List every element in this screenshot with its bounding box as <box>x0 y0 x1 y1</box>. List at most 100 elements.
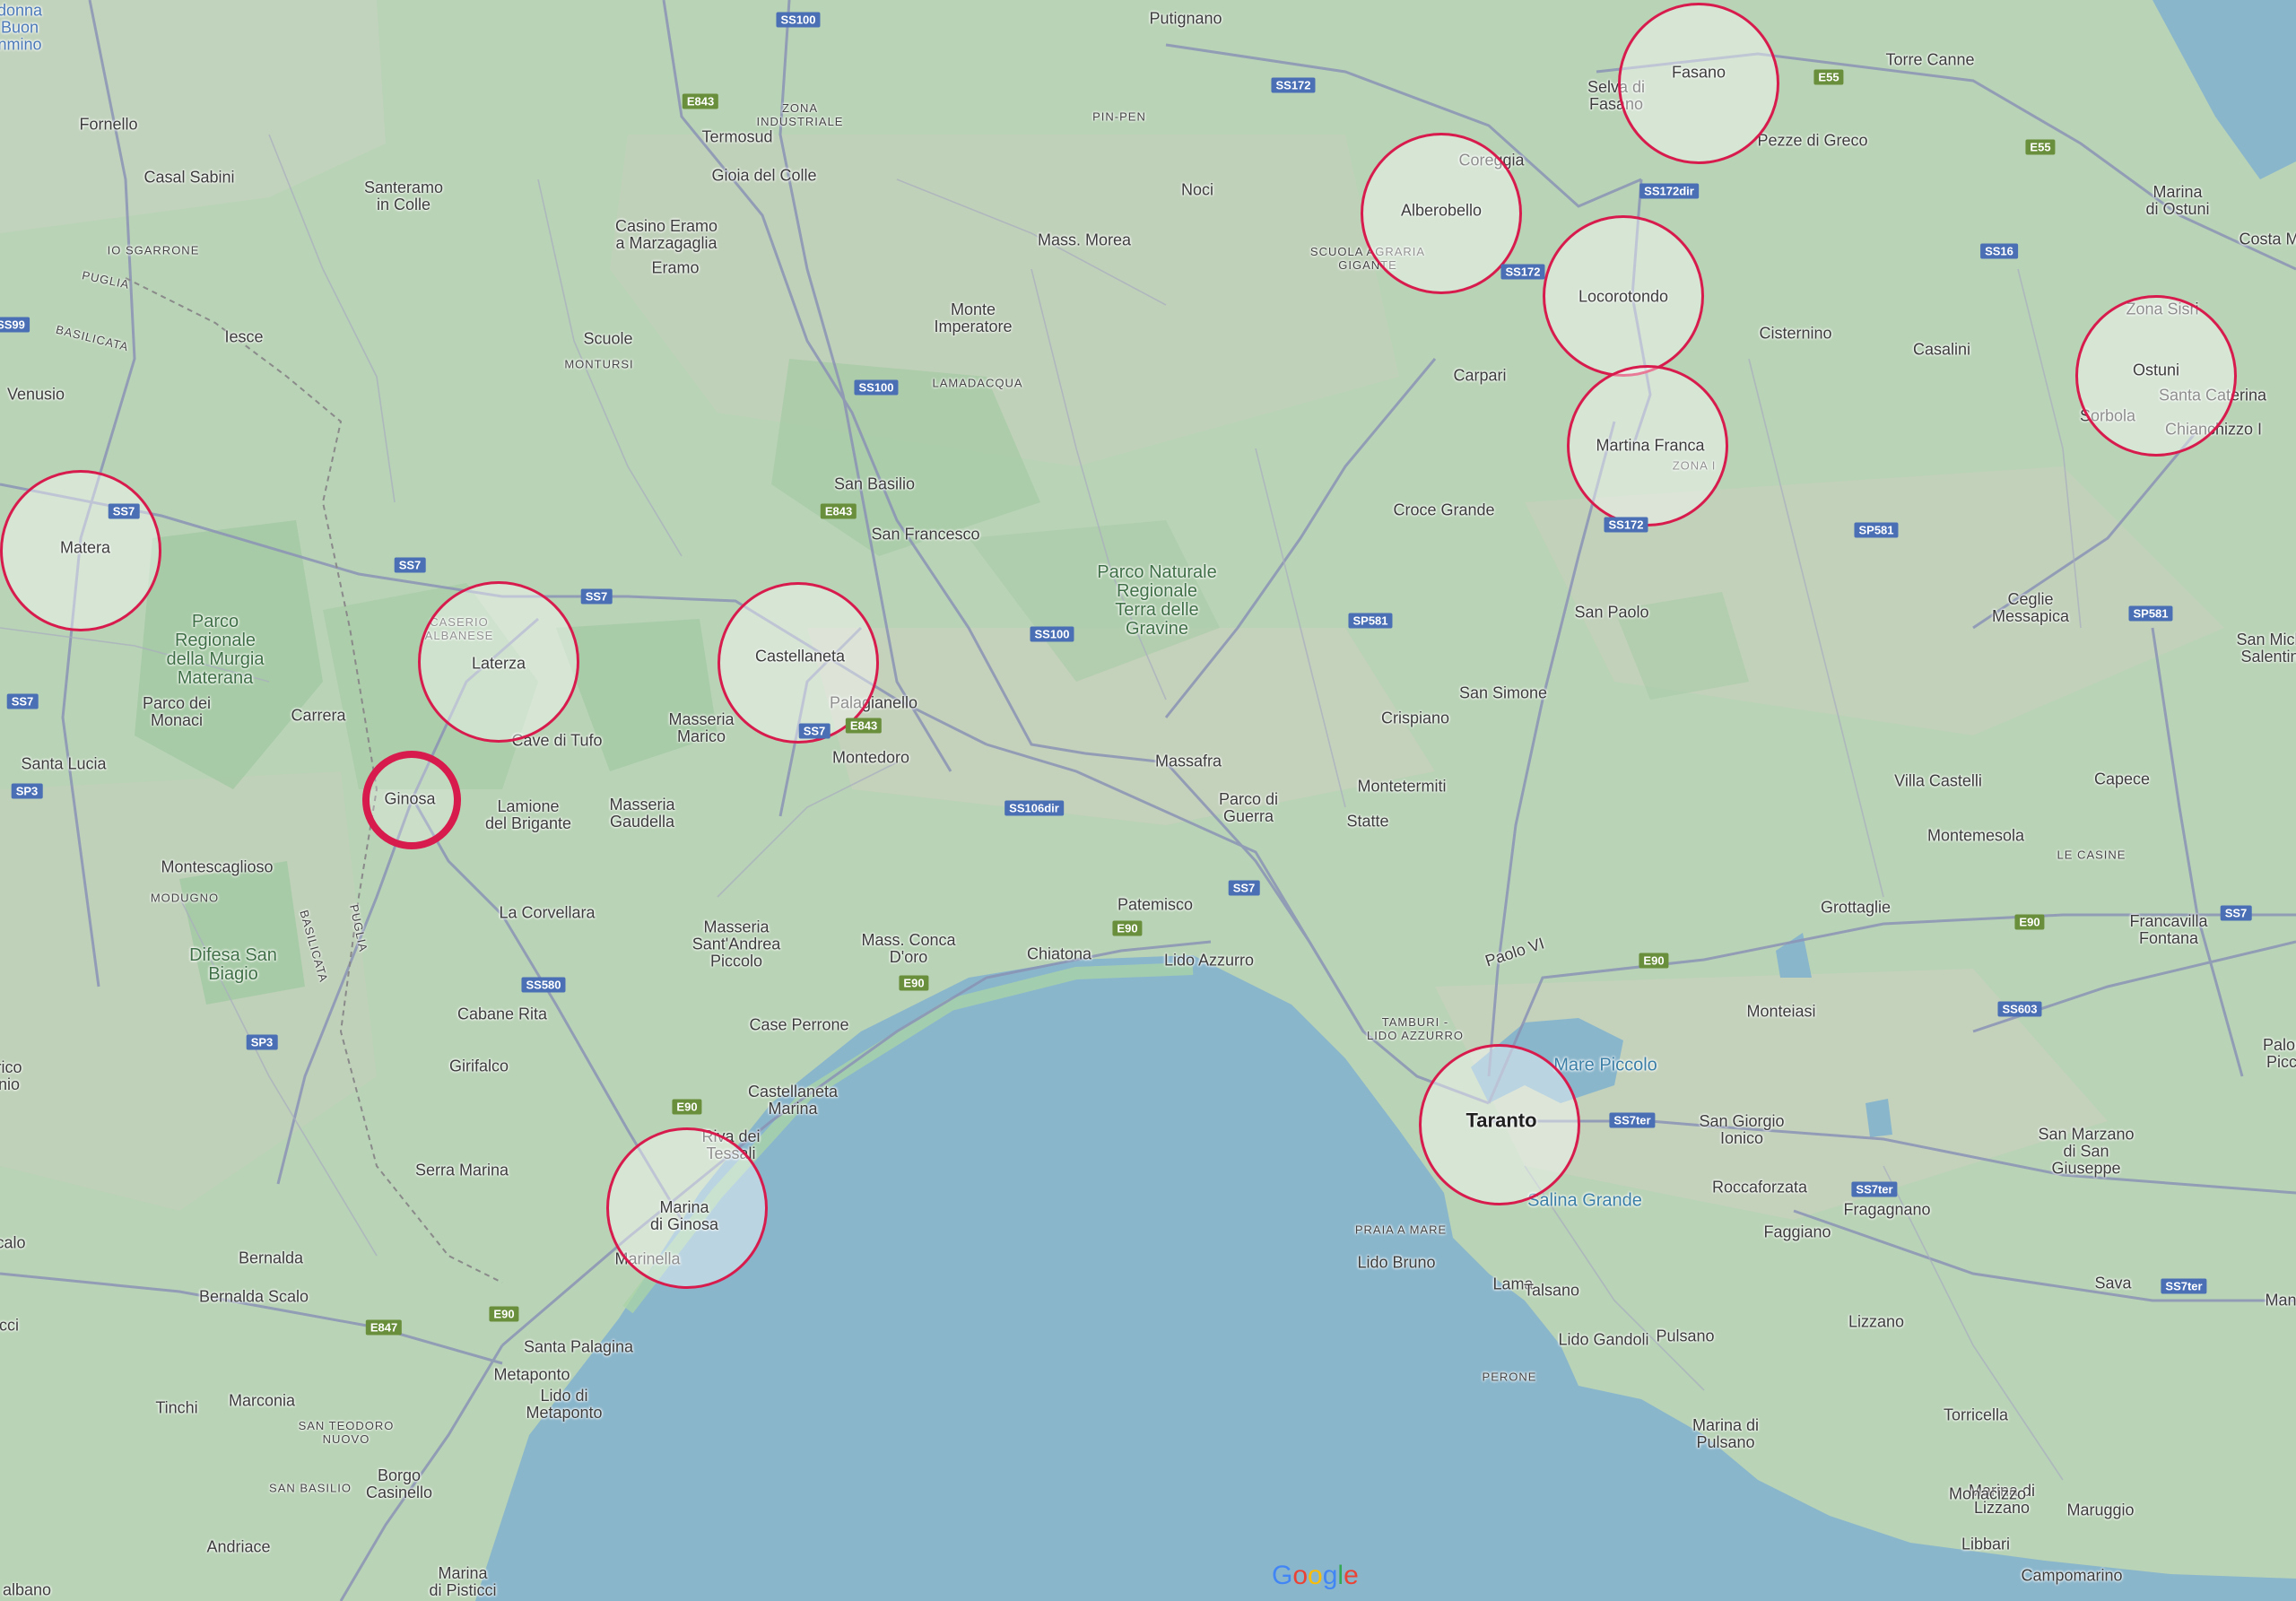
place-label[interactable]: San Simone <box>1459 684 1547 702</box>
map-canvas[interactable]: donna Buon nmino Fornello Casal Sabini IO S… <box>0 0 2296 1601</box>
place-label[interactable]: Montescaglioso <box>161 858 273 876</box>
city-label[interactable]: Marina di Ginosa <box>650 1199 718 1233</box>
place-label[interactable]: Iesce <box>224 328 263 346</box>
place-label[interactable]: Venusio <box>7 386 65 404</box>
place-label[interactable]: MODUGNO <box>151 892 219 905</box>
place-label[interactable]: Faggiano <box>1763 1223 1831 1241</box>
place-label[interactable]: Difesa San Biagio <box>189 946 277 984</box>
place-label[interactable]: ZONA INDUSTRIALE <box>757 101 844 128</box>
place-label[interactable]: Maruggio <box>2066 1501 2134 1519</box>
place-label[interactable]: SAN BASILIO <box>269 1482 352 1495</box>
city-label[interactable]: Alberobello <box>1401 202 1482 220</box>
place-label[interactable]: Bernalda Scalo <box>199 1288 309 1306</box>
place-label[interactable]: Villa Castelli <box>1894 772 1982 790</box>
place-label[interactable]: Mare Piccolo <box>1553 1057 1657 1075</box>
place-label[interactable]: San Francesco <box>871 526 979 544</box>
place-label[interactable]: Bernalda <box>239 1249 303 1267</box>
place-label[interactable]: Fragagnano <box>1843 1201 1930 1219</box>
place-label[interactable]: San Basilio <box>834 475 915 493</box>
place-label[interactable]: Termosud <box>701 128 772 146</box>
place-label[interactable]: Cisternino <box>1759 325 1831 343</box>
place-label[interactable]: Masseria Marico <box>668 711 734 745</box>
city-highlight-ring[interactable] <box>1618 3 1779 164</box>
city-label[interactable]: Fasano <box>1672 64 1726 82</box>
place-label[interactable]: Talsano <box>1524 1282 1579 1300</box>
place-label[interactable]: Casal Sabini <box>144 169 234 187</box>
place-label[interactable]: Monteiasi <box>1746 1003 1815 1021</box>
place-label[interactable]: Parco Regionale della Murgia Materana <box>167 613 265 688</box>
place-label[interactable]: San Giorgio Ionico <box>1699 1113 1784 1147</box>
place-label[interactable]: Patemisco <box>1118 896 1193 914</box>
place-label[interactable]: Girifalco <box>449 1057 509 1075</box>
city-label[interactable]: Laterza <box>472 655 526 673</box>
place-label[interactable]: Montemesola <box>1927 827 2024 845</box>
place-label[interactable]: Libbari <box>1961 1536 2010 1553</box>
city-label[interactable]: Locorotondo <box>1578 288 1668 306</box>
place-label[interactable]: Masseria Gaudella <box>609 796 674 831</box>
place-label[interactable]: Putignano <box>1149 10 1222 28</box>
place-label[interactable]: Mass. Conca D'oro <box>861 932 955 966</box>
place-label[interactable]: Scuole <box>583 330 632 348</box>
place-label[interactable]: Metaponto <box>493 1366 570 1384</box>
place-label[interactable]: Roccaforzata <box>1712 1179 1807 1196</box>
place-label[interactable]: Crispiano <box>1381 709 1449 727</box>
place-label[interactable]: Casino Eramo a Marzagaglia <box>615 218 718 252</box>
place-label[interactable]: Chiatona <box>1027 945 1091 963</box>
place-label[interactable]: donna Buon nmino <box>0 2 42 54</box>
place-label[interactable]: Castellaneta Marina <box>748 1083 838 1118</box>
place-label[interactable]: Casalini <box>1913 341 1970 359</box>
place-label[interactable]: Mand <box>2265 1292 2296 1310</box>
place-label[interactable]: IO SGARRONE <box>108 244 200 257</box>
place-label[interactable]: LE CASINE <box>2057 848 2126 862</box>
place-label[interactable]: Monacizzo <box>1949 1485 2026 1503</box>
place-label[interactable]: Lido Gandoli <box>1558 1331 1648 1349</box>
place-label[interactable]: Santa Palagina <box>524 1338 633 1356</box>
place-label[interactable]: Borgo Casinello <box>366 1467 432 1501</box>
place-label[interactable]: PERONE <box>1483 1370 1537 1384</box>
place-label[interactable]: Noci <box>1181 181 1213 199</box>
place-label[interactable]: Parco dei Monaci <box>143 695 211 729</box>
place-label[interactable]: Marina di Pulsano <box>1692 1417 1759 1451</box>
place-label[interactable]: Grottaglie <box>1821 899 1891 917</box>
place-label[interactable]: PIN-PEN <box>1092 110 1146 124</box>
place-label[interactable]: Statte <box>1346 813 1388 831</box>
place-label[interactable]: Pezze di Greco <box>1757 132 1867 150</box>
place-label[interactable]: Lido di Metaponto <box>526 1388 602 1422</box>
place-label[interactable]: San Marzano di San Giuseppe <box>2038 1126 2134 1178</box>
place-label[interactable]: Monte Imperatore <box>934 301 1012 335</box>
place-label[interactable]: Ceglie Messapica <box>1992 591 2069 625</box>
place-label[interactable]: Costa M <box>2239 231 2296 248</box>
place-label[interactable]: La Corvellara <box>499 904 595 922</box>
city-label[interactable]: Castellaneta <box>755 648 845 666</box>
place-label[interactable]: SAN TEODORO NUOVO <box>299 1419 395 1446</box>
place-label[interactable]: PRAIA A MARE <box>1355 1223 1447 1237</box>
place-label[interactable]: Palon Piccl <box>2263 1037 2296 1071</box>
place-label[interactable]: Salina Grande <box>1527 1192 1642 1210</box>
place-label[interactable]: Montetermiti <box>1357 778 1446 796</box>
place-label[interactable]: San Paolo <box>1574 604 1648 622</box>
place-label[interactable]: Mass. Morea <box>1038 231 1131 249</box>
place-label[interactable]: TAMBURI - LIDO AZZURRO <box>1367 1015 1464 1042</box>
place-label[interactable]: Tinchi <box>155 1399 197 1417</box>
place-label[interactable]: Carrera <box>291 707 345 725</box>
city-label[interactable]: Matera <box>60 539 110 557</box>
place-label[interactable]: Parco Naturale Regionale Terra delle Gra… <box>1097 563 1216 639</box>
place-label[interactable]: Croce Grande <box>1393 501 1494 519</box>
place-label[interactable]: Francavilla Fontana <box>2129 913 2207 947</box>
place-label[interactable]: Santa Lucia <box>21 755 106 773</box>
city-label[interactable]: Martina Franca <box>1596 437 1704 455</box>
place-label[interactable]: Lido Bruno <box>1357 1254 1435 1272</box>
place-label[interactable]: albano <box>3 1581 51 1599</box>
place-label[interactable]: LAMADACQUA <box>932 377 1022 390</box>
place-label[interactable]: MONTURSI <box>564 358 633 371</box>
place-label[interactable]: Pulsano <box>1656 1327 1714 1345</box>
place-label[interactable]: Capece <box>2094 770 2150 788</box>
place-label[interactable]: Lido Azzurro <box>1164 952 1254 970</box>
city-label[interactable]: Ostuni <box>2133 361 2179 379</box>
place-label[interactable]: Marina di Ostuni <box>2145 184 2209 218</box>
place-label[interactable]: Montedoro <box>832 749 909 767</box>
place-label[interactable]: Andriace <box>206 1538 270 1556</box>
place-label[interactable]: Eramo <box>651 259 699 277</box>
place-label[interactable]: calo <box>0 1234 26 1252</box>
place-label[interactable]: Serra Marina <box>415 1162 509 1179</box>
